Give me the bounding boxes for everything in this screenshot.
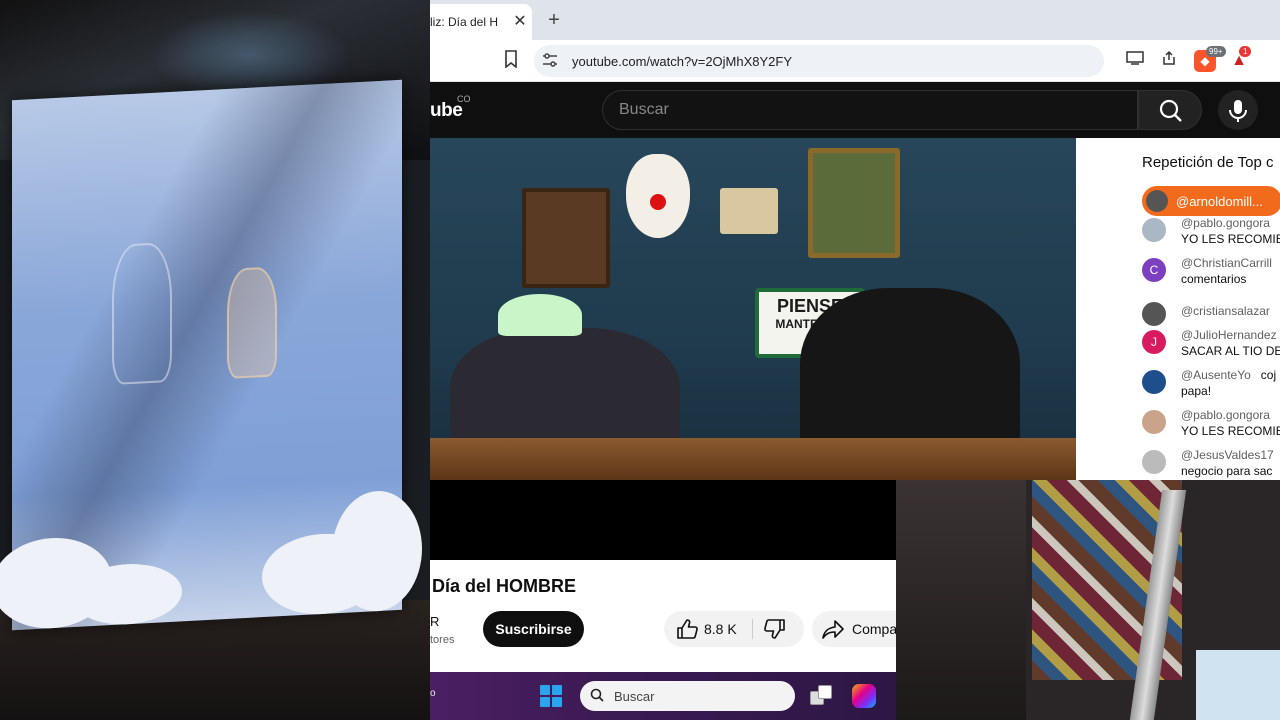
chat-text: YO LES RECOMIE [1181, 232, 1280, 246]
portrait-frame-right [808, 148, 900, 258]
chat-username[interactable]: @AusenteYo coj [1181, 368, 1276, 382]
cast-icon[interactable] [1124, 50, 1146, 72]
taskbar-search[interactable]: Buscar [580, 681, 795, 711]
chat-text: negocio para sac [1181, 464, 1273, 478]
avatar[interactable]: J [1142, 330, 1166, 354]
chat-text: comentarios [1181, 272, 1247, 286]
taskbar-widget-text: o [430, 688, 436, 699]
copilot-icon[interactable] [852, 684, 876, 708]
chat-text: YO LES RECOMIE [1181, 424, 1280, 438]
webcam-feed-right [896, 480, 1280, 720]
taskbar-search-label: Buscar [614, 688, 655, 704]
subscriber-count: tores [430, 634, 455, 646]
small-picture [720, 188, 778, 234]
video-title: Día del HOMBRE [432, 576, 577, 596]
chat-text-inline: coj [1260, 368, 1277, 382]
chat-replay-panel: Repetición de Top c @arnoldomill... @pab… [1116, 138, 1280, 480]
chat-message: @AusenteYo coj papa! [1116, 368, 1280, 408]
windows-start-icon[interactable] [540, 685, 562, 707]
bookmark-icon[interactable] [500, 50, 522, 72]
work-table [1196, 650, 1280, 720]
site-settings-icon[interactable] [534, 52, 566, 70]
shields-count-badge: 99+ [1206, 46, 1226, 57]
thumbs-up-icon [677, 619, 698, 639]
thumbs-down-icon [764, 619, 785, 639]
clown-nose [650, 194, 666, 210]
close-icon[interactable]: ✕ [510, 12, 530, 32]
tab-bar: liz: Día del H ✕ + [430, 0, 1280, 40]
search-icon [590, 688, 610, 705]
search-icon [1159, 99, 1182, 122]
video-player[interactable]: PIENSE MANTENGA [430, 138, 1076, 480]
chat-message: J @JulioHernandez SACAR AL TIO DE [1116, 328, 1280, 368]
avatar[interactable] [1142, 410, 1166, 434]
browser-toolbar: youtube.com/watch?v=2OjMhX8Y2FY ◆ 99+ ▲ … [430, 40, 1280, 82]
chat-username[interactable]: @pablo.gongora [1181, 408, 1270, 422]
search-button[interactable] [1138, 90, 1202, 130]
address-bar[interactable]: youtube.com/watch?v=2OjMhX8Y2FY [534, 45, 1104, 77]
pinned-user: @arnoldomill... [1176, 193, 1263, 209]
share-page-icon[interactable] [1158, 50, 1180, 72]
painted-figure-outline [112, 241, 172, 385]
chat-username[interactable]: @JesusValdes17 [1181, 448, 1274, 462]
avatar[interactable] [1142, 450, 1166, 474]
chat-message: C @ChristianCarrill comentarios [1116, 256, 1280, 296]
chat-text: papa! [1181, 384, 1212, 398]
avatar[interactable] [1142, 370, 1166, 394]
like-button[interactable] [676, 619, 698, 639]
region-code: CO [457, 94, 471, 104]
chat-message: @pablo.gongora YO LES RECOMIE [1116, 216, 1280, 256]
avatar[interactable] [1142, 218, 1166, 242]
tab-title: liz: Día del H [430, 15, 499, 29]
tab-youtube[interactable]: liz: Día del H ✕ [430, 4, 532, 40]
webcam-feed-left [0, 0, 430, 720]
avatar [1146, 190, 1168, 212]
url-text: youtube.com/watch?v=2OjMhX8Y2FY [572, 53, 793, 69]
voice-search-button[interactable] [1218, 90, 1258, 130]
search-box [602, 90, 1138, 130]
browser-window: liz: Día del H ✕ + youtube.com/watch?v=2… [430, 0, 1280, 480]
channel-name[interactable]: R [430, 614, 439, 629]
youtube-header: ube CO [430, 82, 1280, 138]
search-input[interactable] [619, 101, 1137, 119]
chat-username-text: @AusenteYo [1181, 368, 1251, 382]
screen: liz: Día del H ✕ + youtube.com/watch?v=2… [0, 0, 1280, 720]
like-count: 8.8 K [704, 621, 737, 637]
dislike-button[interactable] [764, 619, 786, 639]
avatar[interactable] [1142, 302, 1166, 326]
microphone-icon [1229, 100, 1247, 122]
painted-figure-angel [227, 266, 277, 379]
like-dislike-bar: 8.8 K [664, 611, 804, 647]
host-left-cap [498, 294, 582, 336]
windows-taskbar: o Buscar [430, 672, 896, 720]
share-button[interactable]: Compa [812, 611, 896, 647]
like-divider [752, 619, 753, 639]
pinned-chat-chip[interactable]: @arnoldomill... [1142, 186, 1280, 216]
room-shelf [896, 480, 1026, 720]
avatar[interactable]: C [1142, 258, 1166, 282]
video-metadata: Día del HOMBRE R tores Suscribirse 8.8 K… [430, 560, 896, 672]
portrait-frame-left [522, 188, 610, 288]
chat-username[interactable]: @JulioHernandez [1181, 328, 1277, 342]
chat-username[interactable]: @ChristianCarrill [1181, 256, 1272, 270]
chat-message: @pablo.gongora YO LES RECOMIE [1116, 408, 1280, 448]
clown-mask [626, 154, 690, 238]
wooden-table [430, 438, 1076, 480]
new-tab-button[interactable]: + [542, 8, 566, 32]
chat-title[interactable]: Repetición de Top c [1142, 154, 1273, 171]
task-view-icon[interactable] [810, 685, 834, 707]
chat-message-list[interactable]: @pablo.gongora YO LES RECOMIE C @Christi… [1116, 216, 1280, 480]
share-arrow-icon [822, 619, 844, 643]
chat-username[interactable]: @cristiansalazar [1181, 304, 1270, 318]
share-label: Compa [852, 621, 896, 637]
painting-canvas [0, 79, 422, 632]
subscribe-button[interactable]: Suscribirse [483, 611, 584, 647]
chat-message: @JesusValdes17 negocio para sac [1116, 448, 1280, 480]
chat-text: SACAR AL TIO DE [1181, 344, 1280, 358]
chat-username[interactable]: @pablo.gongora [1181, 216, 1270, 230]
